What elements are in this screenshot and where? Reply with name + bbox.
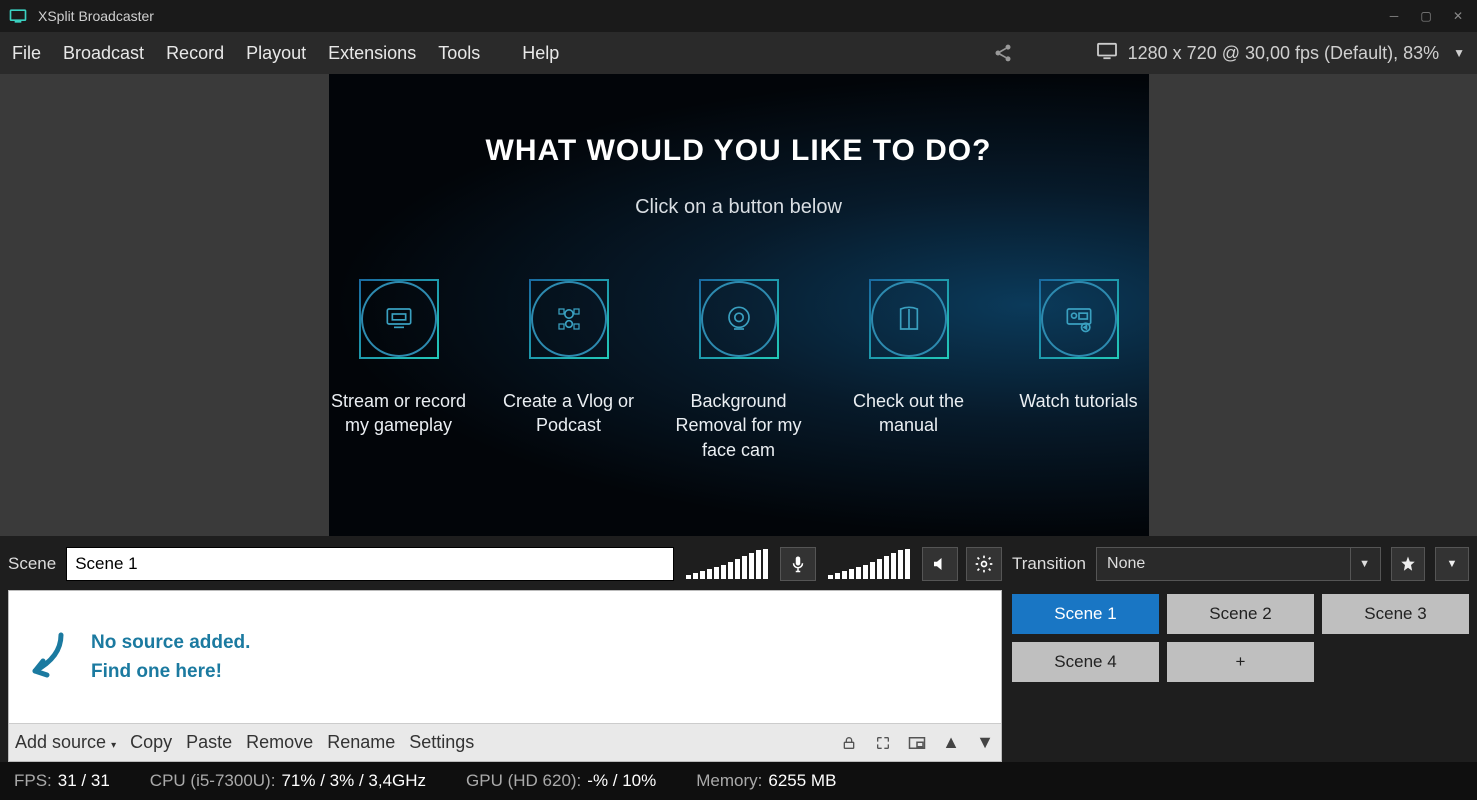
sources-panel: No source added. Find one here! Add sour… [8,590,1002,762]
titlebar: XSplit Broadcaster ─ ▢ ✕ [0,0,1477,32]
scene-name-input[interactable] [66,547,674,581]
rename-button[interactable]: Rename [327,732,395,753]
menu-help[interactable]: Help [522,43,559,64]
menu-record[interactable]: Record [166,43,224,64]
speaker-icon[interactable] [922,547,958,581]
copy-button[interactable]: Copy [130,732,172,753]
transition-label: Transition [1012,554,1086,574]
gpu-label: GPU (HD 620): [466,771,581,790]
settings-button[interactable]: Settings [409,732,474,753]
onboard-option-manual[interactable]: Check out the manual [835,279,983,462]
status-bar: FPS: 31 / 31 CPU (i5-7300U): 71% / 3% / 3,… [0,762,1477,800]
gpu-value: -% / 10% [587,771,656,790]
book-icon [869,279,949,359]
cpu-label: CPU (i5-7300U): [150,771,276,790]
scene-button-2[interactable]: Scene 2 [1167,594,1314,634]
onboard-option-tutorials[interactable]: Watch tutorials [1005,279,1153,462]
paste-button[interactable]: Paste [186,732,232,753]
share-icon[interactable] [992,42,1014,64]
podcast-icon [529,279,609,359]
move-up-icon[interactable]: ▲ [941,733,961,753]
preview-canvas: WHAT WOULD YOU LIKE TO DO? Click on a bu… [329,74,1149,536]
transition-menu-icon[interactable]: ▼ [1435,547,1469,581]
menubar: File Broadcast Record Playout Extensions… [0,32,1477,74]
lock-icon[interactable] [839,733,859,753]
onboard-option-gameplay[interactable]: Stream or record my gameplay [325,279,473,462]
minimize-icon[interactable]: ─ [1387,9,1401,23]
scene-grid: Scene 1 Scene 2 Scene 3 Scene 4 + [1012,594,1469,682]
app-icon [8,6,28,26]
webcam-icon [699,279,779,359]
fps-label: FPS: [14,771,52,790]
expand-icon[interactable] [873,733,893,753]
move-down-icon[interactable]: ▼ [975,733,995,753]
scene-button-3[interactable]: Scene 3 [1322,594,1469,634]
frame-icon[interactable] [907,733,927,753]
mic-volume-meter[interactable] [682,549,772,579]
scene-button-1[interactable]: Scene 1 [1012,594,1159,634]
menu-broadcast[interactable]: Broadcast [63,43,144,64]
sources-toolbar: Add source ▾ Copy Paste Remove Rename Se… [9,723,1001,761]
preview-area: WHAT WOULD YOU LIKE TO DO? Click on a bu… [0,74,1477,536]
hint-arrow-icon [21,627,71,688]
scene-label: Scene [8,554,56,574]
chevron-down-icon: ▼ [1350,548,1370,580]
gameplay-icon [359,279,439,359]
microphone-icon[interactable] [780,547,816,581]
onboard-option-bgremoval[interactable]: Background Removal for my face cam [665,279,813,462]
menu-file[interactable]: File [12,43,41,64]
lower-panel: Scene No sour [0,536,1477,762]
monitor-icon [1096,42,1118,65]
memory-label: Memory: [696,771,762,790]
memory-value: 6255 MB [768,771,836,790]
fps-value: 31 / 31 [58,771,110,790]
menu-playout[interactable]: Playout [246,43,306,64]
scene-button-4[interactable]: Scene 4 [1012,642,1159,682]
speaker-volume-meter[interactable] [824,549,914,579]
onboard-option-label: Stream or record my gameplay [325,389,473,438]
favorite-add-icon[interactable] [1391,547,1425,581]
no-source-line1: No source added. [91,628,250,657]
add-source-button[interactable]: Add source ▾ [15,732,116,753]
onboard-option-label: Check out the manual [835,389,983,438]
cpu-value: 71% / 3% / 3,4GHz [281,771,426,790]
no-source-line2[interactable]: Find one here! [91,657,250,686]
window-title: XSplit Broadcaster [38,8,1387,24]
close-icon[interactable]: ✕ [1451,9,1465,23]
tutorial-icon [1039,279,1119,359]
gear-icon[interactable] [966,547,1002,581]
scene-add-button[interactable]: + [1167,642,1314,682]
menu-tools[interactable]: Tools [438,43,480,64]
resolution-status[interactable]: 1280 x 720 @ 30,00 fps (Default), 83% [1128,43,1439,64]
onboard-option-label: Watch tutorials [1019,389,1137,413]
onboard-option-label: Create a Vlog or Podcast [495,389,643,438]
menu-extensions[interactable]: Extensions [328,43,416,64]
transition-select[interactable]: None ▼ [1096,547,1381,581]
remove-button[interactable]: Remove [246,732,313,753]
onboard-subtitle: Click on a button below [635,196,842,219]
maximize-icon[interactable]: ▢ [1419,9,1433,23]
onboard-heading: WHAT WOULD YOU LIKE TO DO? [486,134,992,168]
onboard-option-vlog[interactable]: Create a Vlog or Podcast [495,279,643,462]
onboard-option-label: Background Removal for my face cam [665,389,813,462]
chevron-down-icon[interactable]: ▼ [1453,46,1465,60]
